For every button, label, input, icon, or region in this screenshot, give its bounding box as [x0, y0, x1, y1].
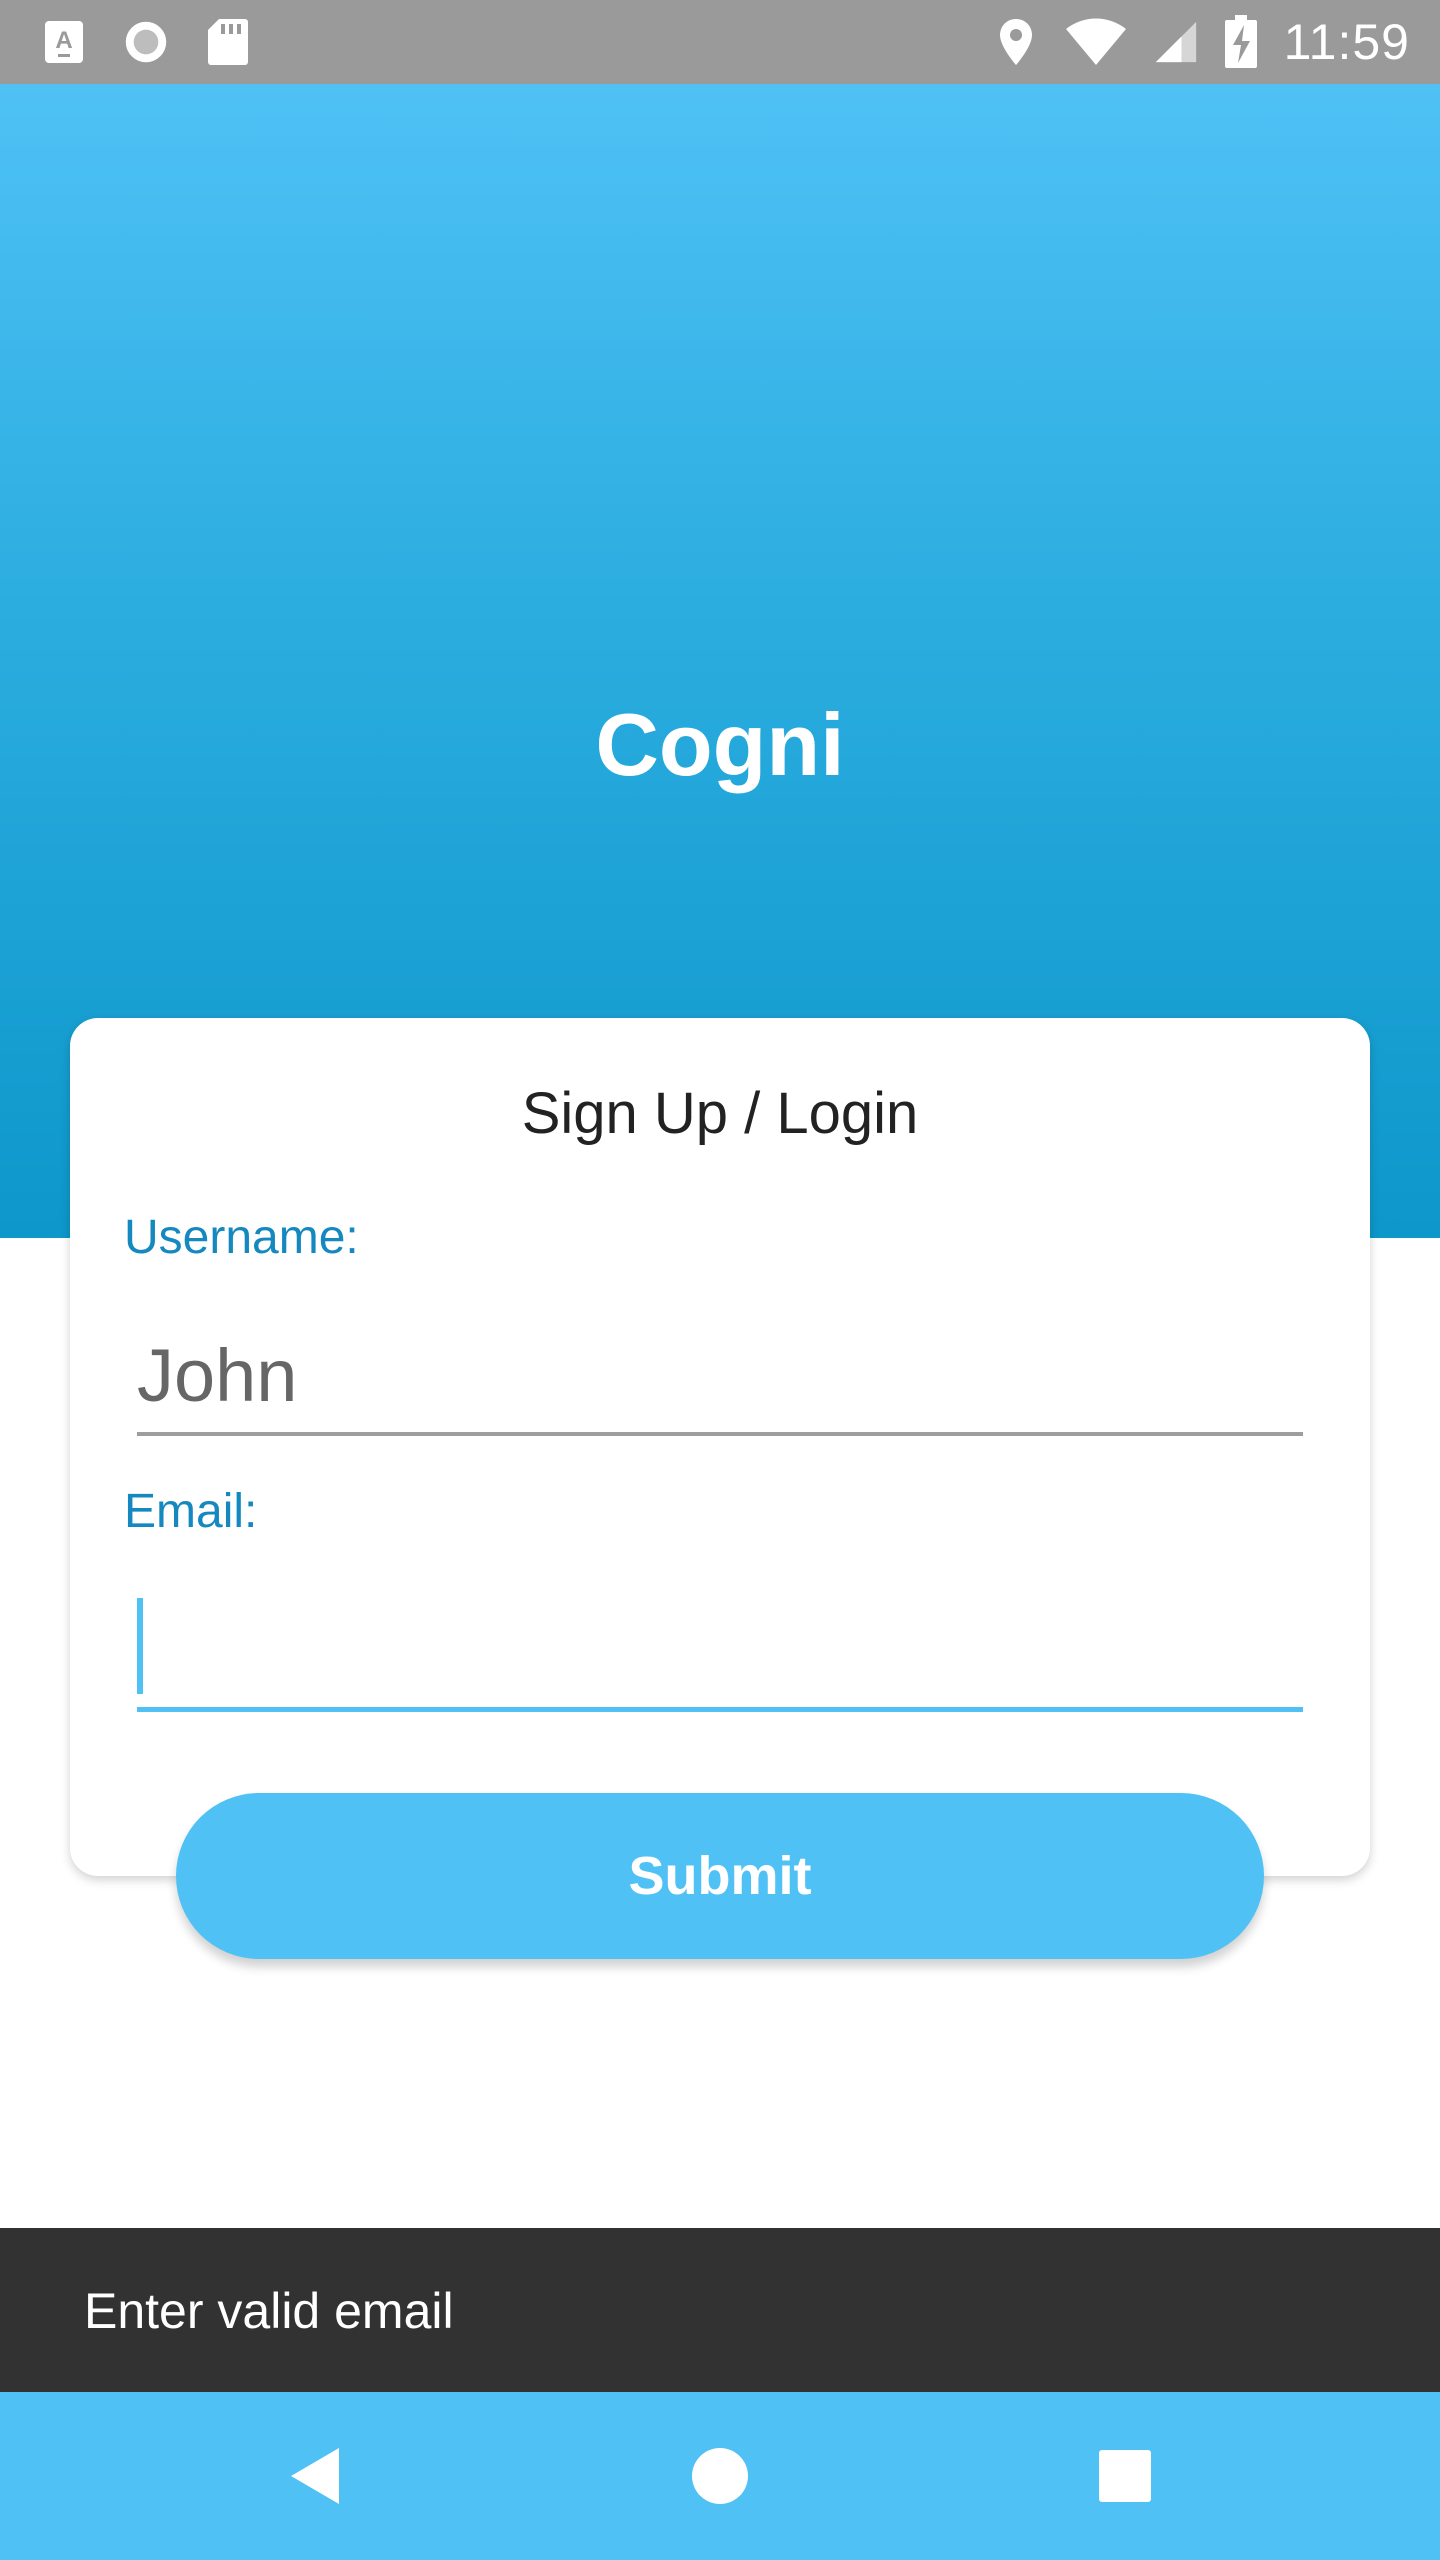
back-icon[interactable] — [255, 2392, 375, 2560]
snackbar-message: Enter valid email — [84, 2283, 454, 2339]
status-left-icons: A — [42, 0, 250, 84]
cell-signal-icon — [1154, 20, 1198, 64]
status-bar: A 11:59 — [0, 0, 1440, 84]
username-value: John — [137, 1334, 298, 1417]
email-field[interactable] — [137, 1574, 1303, 1712]
svg-text:A: A — [55, 27, 72, 54]
app-screen: A 11:59 Cogni Sign Up / Login Username: … — [0, 0, 1440, 2560]
battery-charging-icon — [1224, 15, 1258, 68]
login-card: Sign Up / Login Username: John Email: — [70, 1018, 1370, 1876]
snackbar: Enter valid email — [0, 2228, 1440, 2392]
keyboard-a-icon: A — [42, 20, 86, 64]
username-label: Username: — [124, 1211, 359, 1264]
location-pin-icon — [994, 19, 1038, 65]
status-right-icons: 11:59 — [994, 0, 1410, 84]
home-icon[interactable] — [660, 2392, 780, 2560]
status-time: 11:59 — [1283, 14, 1410, 70]
app-title: Cogni — [595, 695, 845, 794]
submit-button[interactable]: Submit — [176, 1793, 1264, 1959]
text-cursor — [137, 1598, 143, 1694]
navigation-bar — [0, 2392, 1440, 2560]
wifi-icon — [1064, 18, 1128, 65]
sd-card-icon — [206, 19, 250, 65]
card-title: Sign Up / Login — [521, 1081, 919, 1146]
recents-icon[interactable] — [1065, 2392, 1185, 2560]
circle-record-icon — [124, 20, 168, 64]
username-field[interactable]: John — [137, 1310, 1303, 1436]
email-label: Email: — [124, 1485, 258, 1538]
